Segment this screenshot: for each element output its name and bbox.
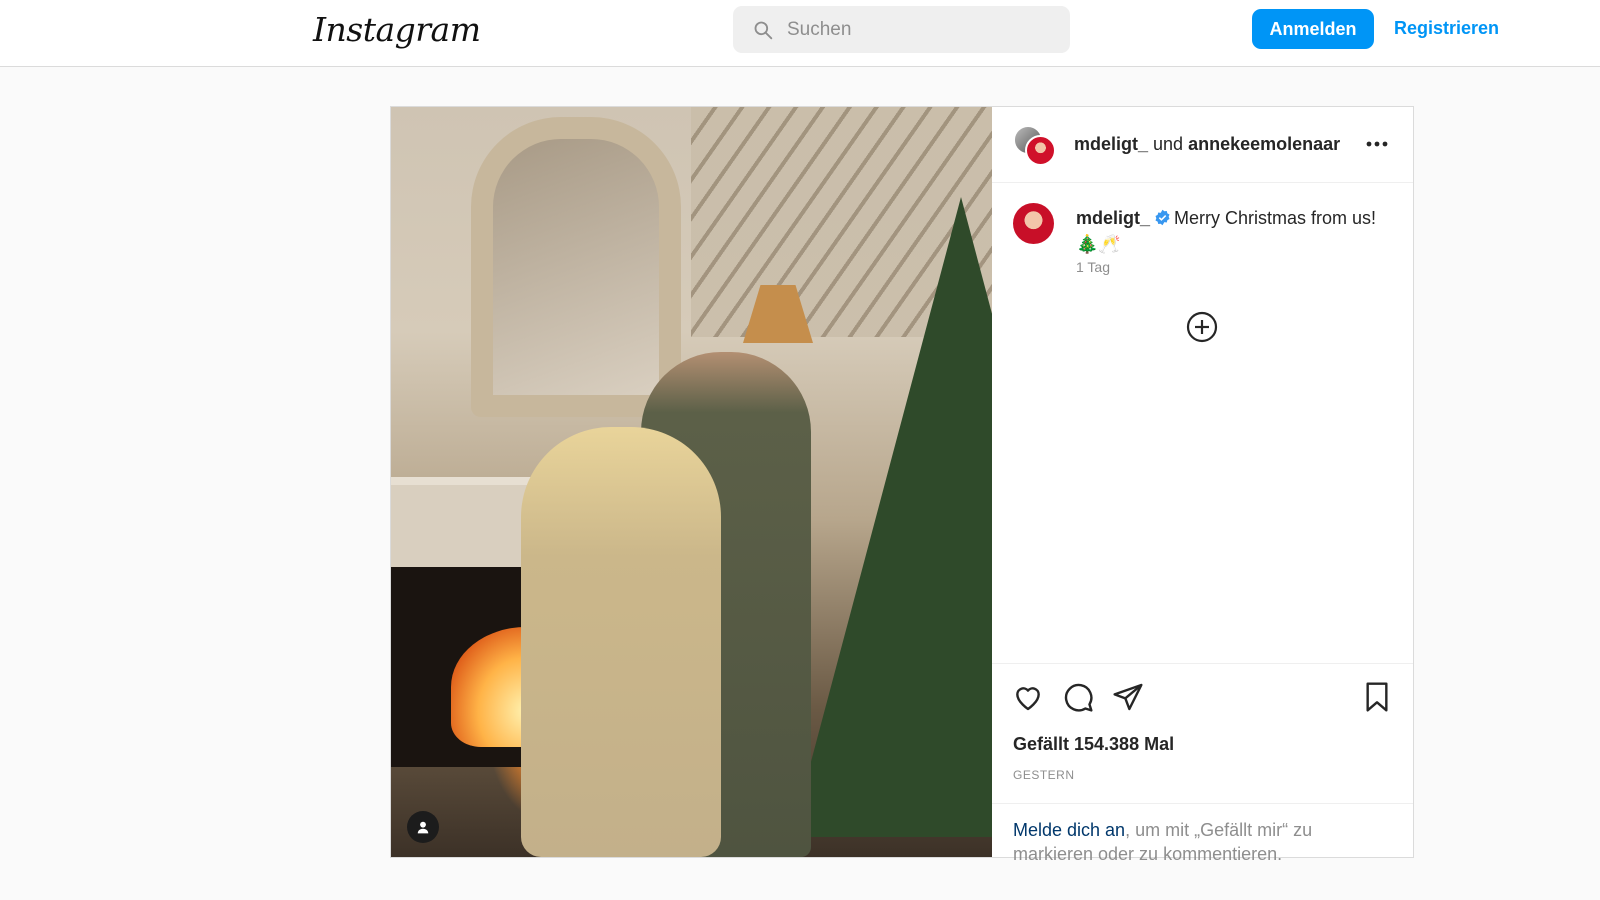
instagram-logo[interactable]: Instagram	[313, 10, 481, 49]
photo-mirror	[471, 117, 681, 417]
post-date: GESTERN	[1013, 768, 1075, 782]
user-tag-icon[interactable]	[407, 811, 439, 843]
avatar	[1025, 135, 1056, 166]
top-navigation-bar: Instagram Anmelden Registrieren	[0, 0, 1600, 67]
caption-text: Merry Christmas from us!	[1174, 208, 1377, 228]
caption-username-link[interactable]: mdeligt_	[1076, 208, 1150, 228]
collab-avatars[interactable]	[1013, 125, 1057, 167]
login-prompt: Melde dich an, um mit „Gefällt mir“ zu m…	[992, 803, 1413, 866]
search-input[interactable]	[787, 18, 1027, 41]
like-count[interactable]: Gefällt 154.388 Mal	[1013, 734, 1174, 755]
author-username-link[interactable]: mdeligt_	[1074, 134, 1148, 154]
share-icon[interactable]	[1110, 680, 1146, 716]
authors-connector: und	[1153, 134, 1184, 154]
login-button[interactable]: Anmelden	[1252, 9, 1374, 49]
photo-woman	[521, 427, 721, 857]
bookmark-icon[interactable]	[1359, 680, 1395, 716]
photo-christmas-tree	[791, 197, 992, 837]
post-sidebar: mdeligt_ und annekeemolenaar mdeligt_ Mer…	[992, 107, 1413, 864]
heart-icon[interactable]	[1010, 680, 1046, 716]
more-options-icon[interactable]	[1363, 134, 1391, 154]
post-authors: mdeligt_ und annekeemolenaar	[1074, 134, 1340, 155]
add-comment-icon[interactable]	[1185, 310, 1219, 344]
caption-emojis: 🎄🥂	[1076, 234, 1121, 254]
search-box[interactable]	[733, 6, 1070, 53]
comment-icon[interactable]	[1060, 680, 1096, 716]
avatar[interactable]	[1013, 203, 1054, 244]
caption-body: mdeligt_ Merry Christmas from us! 🎄🥂	[1076, 205, 1396, 257]
post-actions: Gefällt 154.388 Mal GESTERN	[992, 663, 1413, 803]
login-link[interactable]: Melde dich an	[1013, 820, 1125, 840]
register-link[interactable]: Registrieren	[1394, 18, 1499, 39]
search-icon	[754, 21, 773, 39]
verified-badge-icon	[1155, 209, 1170, 226]
post-photo[interactable]	[391, 107, 992, 857]
coauthor-username-link[interactable]: annekeemolenaar	[1188, 134, 1340, 154]
caption-timestamp[interactable]: 1 Tag	[1076, 259, 1110, 275]
post-header: mdeligt_ und annekeemolenaar	[992, 107, 1413, 183]
post-card: mdeligt_ und annekeemolenaar mdeligt_ Mer…	[390, 106, 1414, 864]
